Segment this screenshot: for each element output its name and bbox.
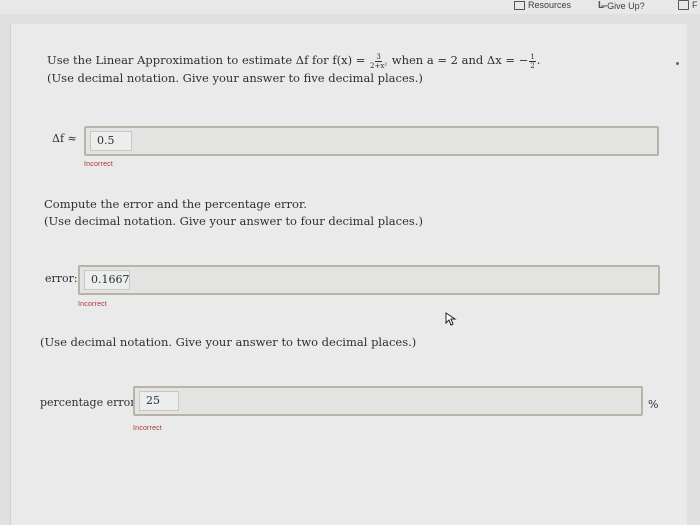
question-3-prompt: (Use decimal notation. Give your answer … [40, 334, 416, 351]
message-label: F [692, 0, 698, 10]
mouse-cursor-icon [445, 312, 457, 326]
q2-instructions: (Use decimal notation. Give your answer … [44, 214, 423, 228]
delta-f-answer-box[interactable]: 0.5 [84, 126, 659, 156]
message-link[interactable]: F [678, 0, 698, 10]
q3-instructions: (Use decimal notation. Give your answer … [40, 335, 417, 349]
error-input[interactable]: 0.1667 [84, 270, 130, 290]
dx-fraction: 1 2 [529, 52, 536, 70]
error-answer-box[interactable]: 0.1667 [78, 265, 660, 295]
error-status: Incorrect [78, 301, 108, 308]
percentage-error-label: percentage error: [40, 396, 140, 409]
top-toolbar: Resources L̶ Give Up? F [0, 0, 700, 14]
fraction-numerator: 3 [375, 52, 382, 62]
q1-text-a: Use the Linear Approximation to estimate… [47, 53, 366, 67]
give-up-icon: L̶ [598, 0, 605, 11]
fraction-denominator: 2+x² [370, 61, 388, 70]
dx-numerator: 1 [529, 52, 536, 62]
error-label: error: [45, 272, 78, 285]
message-icon [678, 0, 689, 10]
book-icon [514, 0, 525, 10]
percentage-error-answer-box[interactable]: 25 [133, 386, 643, 416]
question-1-prompt: Use the Linear Approximation to estimate… [47, 52, 540, 87]
delta-f-input[interactable]: 0.5 [90, 131, 132, 151]
question-2-prompt: Compute the error and the percentage err… [44, 196, 423, 230]
give-up-link[interactable]: L̶ Give Up? [598, 0, 645, 11]
panel-marker [676, 62, 679, 65]
resources-link[interactable]: Resources [514, 0, 571, 10]
q2-text: Compute the error and the percentage err… [44, 197, 307, 211]
function-fraction: 3 2+x² [370, 53, 387, 70]
give-up-label: Give Up? [607, 0, 645, 11]
q1-text-c: . [536, 53, 541, 67]
delta-f-label: Δf ≈ [52, 132, 77, 145]
percentage-error-status: Incorrect [133, 425, 163, 432]
percentage-error-input[interactable]: 25 [139, 391, 179, 411]
q1-text-b: when a = 2 and Δx = − [391, 53, 529, 67]
resources-label: Resources [528, 0, 572, 10]
percent-unit: % [648, 398, 659, 411]
q1-instructions: (Use decimal notation. Give your answer … [47, 70, 423, 85]
delta-f-status: Incorrect [84, 161, 114, 168]
dx-denominator: 2 [530, 61, 535, 70]
